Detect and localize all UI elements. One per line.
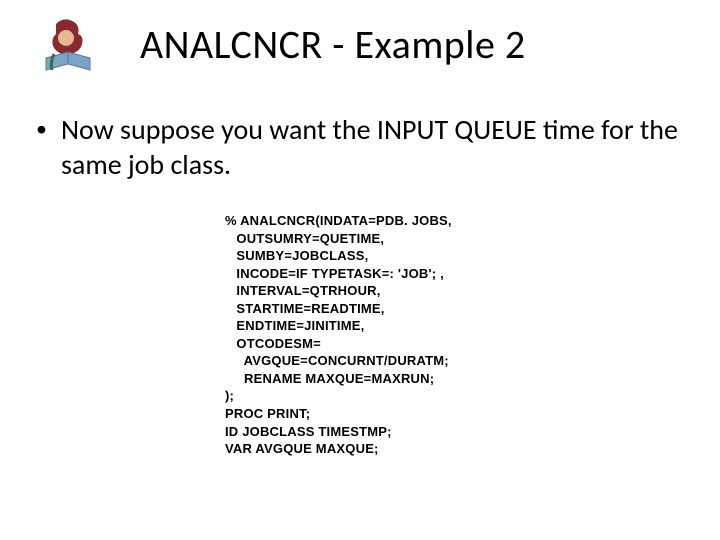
slide-body: • Now suppose you want the INPUT QUEUE t… — [36, 112, 680, 182]
slide-title: ANALCNCR - Example 2 — [140, 20, 526, 69]
code-block: % ANALCNCR(INDATA=PDB. JOBS, OUTSUMRY=QU… — [225, 212, 452, 458]
bullet-item: • Now suppose you want the INPUT QUEUE t… — [36, 112, 680, 182]
bullet-dot: • — [36, 118, 47, 140]
slide: ANALCNCR - Example 2 • Now suppose you w… — [0, 0, 720, 540]
user-reading-icon — [36, 14, 100, 78]
bullet-text: Now suppose you want the INPUT QUEUE tim… — [61, 112, 680, 182]
